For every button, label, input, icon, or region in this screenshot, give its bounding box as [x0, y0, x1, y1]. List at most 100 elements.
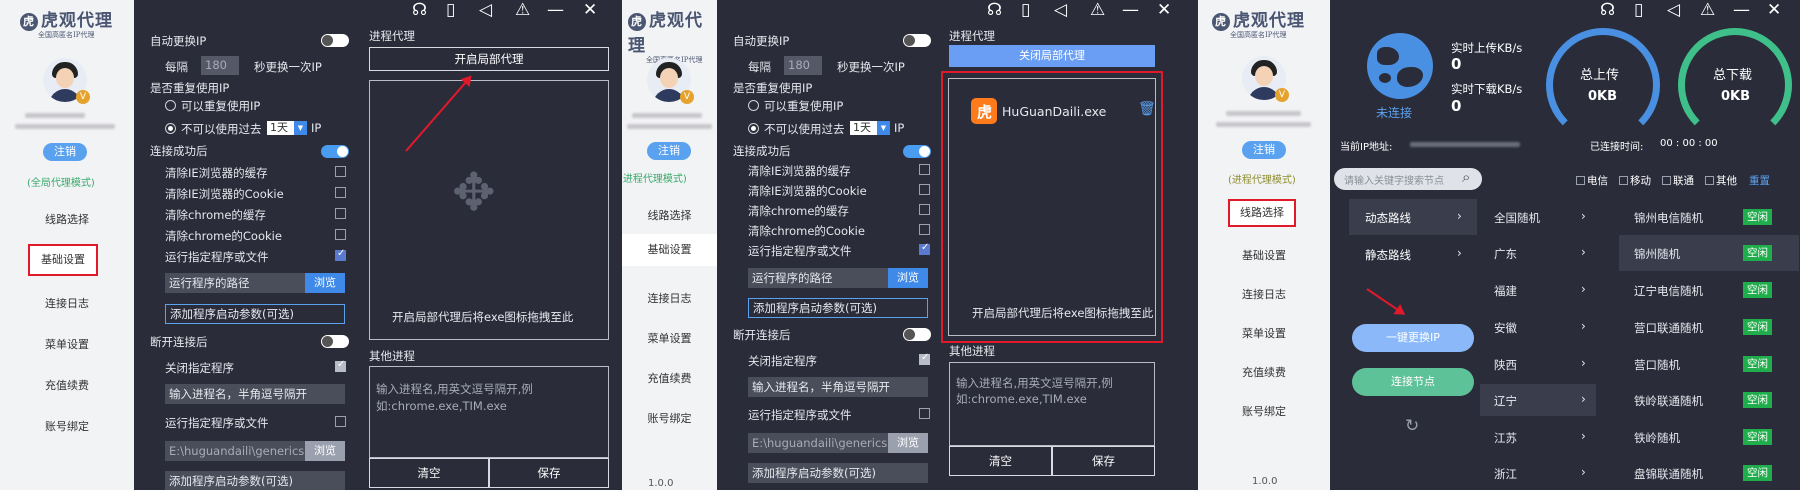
logout-button[interactable]: 注销 [43, 143, 87, 161]
sidebar-item-recharge-2[interactable]: 充值续费 [622, 370, 717, 386]
clear-chrome-cache-checkbox-2[interactable] [919, 204, 930, 215]
route-type-static[interactable]: 静态路线 › [1349, 236, 1477, 272]
province-item-selected[interactable]: 辽宁 [1494, 393, 1517, 409]
node-item[interactable]: 辽宁电信随机 [1634, 283, 1703, 299]
volume-icon[interactable]: ◁ [479, 0, 492, 20]
run-program-checkbox-2c[interactable] [919, 408, 930, 419]
program-path-input[interactable]: 运行程序的路径 [165, 273, 305, 293]
filter-other-checkbox[interactable] [1705, 176, 1714, 185]
province-item[interactable]: 浙江 [1494, 466, 1517, 482]
reuse-days-select[interactable]: 1天 ▼ [267, 121, 307, 135]
alert-icon[interactable]: ⚠ [515, 0, 530, 20]
auto-change-toggle[interactable] [321, 34, 349, 47]
clear-chrome-cache-checkbox[interactable] [335, 208, 346, 219]
sidebar-item-routes[interactable]: 线路选择 [0, 211, 134, 227]
on-disconnect-toggle[interactable] [321, 335, 349, 348]
clear-chrome-cookie-checkbox-2[interactable] [919, 224, 930, 235]
trash-icon[interactable]: 🗑 [1138, 101, 1156, 117]
volume-icon[interactable]: ◁ [1667, 0, 1680, 20]
exe-drop-zone-2[interactable]: 虎 HuGuanDaili.exe 🗑 开启局部代理后将exe图标拖拽至此 [948, 78, 1156, 336]
browse-button[interactable]: 浏览 [305, 273, 345, 293]
node-item[interactable]: 铁岭随机 [1634, 430, 1680, 446]
launch-params-input-2b[interactable]: 添加程序启动参数(可选) [748, 298, 928, 318]
on-connect-toggle-2[interactable] [903, 145, 931, 158]
sidebar-item-basic-settings-2[interactable]: 基础设置 [622, 234, 717, 266]
sidebar-item-basic-settings-3[interactable]: 基础设置 [1198, 247, 1330, 263]
clear-button-2[interactable]: 清空 [949, 446, 1052, 476]
volume-icon[interactable]: ◁ [1054, 0, 1067, 20]
search-icon[interactable]: ⌕ [1462, 168, 1470, 186]
logout-button-2[interactable]: 注销 [647, 142, 691, 160]
start-local-proxy-button[interactable]: 开启局部代理 [369, 47, 609, 71]
reset-filter-button[interactable]: 重置 [1749, 173, 1770, 188]
alert-icon[interactable]: ⚠ [1090, 0, 1105, 20]
program-path-input-2c[interactable]: E:\huguandaili\generics [748, 433, 888, 453]
reuse-yes-radio-2[interactable] [748, 100, 759, 111]
save-button[interactable]: 保存 [489, 458, 609, 488]
browse-button-2b[interactable]: 浏览 [888, 268, 928, 288]
node-item[interactable]: 盘锦联通随机 [1634, 466, 1703, 482]
clear-chrome-cookie-checkbox[interactable] [335, 229, 346, 240]
node-item[interactable]: 铁岭联通随机 [1634, 393, 1703, 409]
close-program-checkbox-2[interactable] [919, 352, 930, 365]
launch-params-input-2c[interactable]: 添加程序启动参数(可选) [748, 463, 928, 483]
minimize-icon[interactable]: — [1733, 0, 1750, 20]
sidebar-item-routes-3[interactable]: 线路选择 [1228, 199, 1296, 227]
province-item[interactable]: 安徽 [1494, 320, 1517, 336]
on-disconnect-toggle-2[interactable] [903, 328, 931, 341]
province-item[interactable]: 广东 [1494, 246, 1517, 262]
sidebar-item-log[interactable]: 连接日志 [0, 295, 134, 311]
reuse-no-radio-2[interactable] [748, 123, 759, 134]
headset-icon[interactable]: ☊ [412, 0, 427, 20]
node-item[interactable]: 锦州电信随机 [1634, 210, 1703, 226]
clear-button[interactable]: 清空 [369, 458, 489, 488]
connect-node-button[interactable]: 连接节点 [1352, 368, 1474, 396]
sidebar-item-account-3[interactable]: 账号绑定 [1198, 403, 1330, 419]
reuse-yes-label-2[interactable]: 可以重复使用IP [764, 98, 843, 114]
launch-params-input-2[interactable]: 添加程序启动参数(可选) [165, 471, 345, 490]
minimize-icon[interactable]: — [547, 0, 564, 20]
province-item[interactable]: 福建 [1494, 283, 1517, 299]
browse-button-2[interactable]: 浏览 [305, 441, 345, 461]
other-process-textarea-2[interactable]: 输入进程名,用英文逗号隔开,例 如:chrome.exe,TIM.exe [949, 362, 1155, 446]
process-names-input[interactable]: 输入进程名，半角逗号隔开 [165, 384, 345, 404]
launch-params-input[interactable]: 添加程序启动参数(可选) [165, 304, 345, 324]
province-item[interactable]: 江苏 [1494, 430, 1517, 446]
interval-input[interactable]: 180 [201, 56, 239, 75]
minimize-icon[interactable]: — [1122, 0, 1139, 20]
sidebar-item-recharge-3[interactable]: 充值续费 [1198, 364, 1330, 380]
stop-local-proxy-button[interactable]: 关闭局部代理 [949, 45, 1155, 67]
sidebar-item-log-3[interactable]: 连接日志 [1198, 286, 1330, 302]
on-connect-toggle[interactable] [321, 145, 349, 158]
process-names-input-2[interactable]: 输入进程名，半角逗号隔开 [748, 377, 928, 397]
reuse-no-label[interactable]: 不可以使用过去 [181, 121, 262, 137]
auto-change-toggle-2[interactable] [903, 34, 931, 47]
search-input[interactable]: 请输入关键字搜索节点 ⌕ [1334, 168, 1482, 190]
clear-ie-cache-checkbox[interactable] [335, 166, 346, 177]
other-process-textarea[interactable]: 输入进程名,用英文逗号隔开,例 如:chrome.exe,TIM.exe [369, 366, 609, 458]
node-item[interactable]: 营口随机 [1634, 357, 1680, 373]
run-program-checkbox-2[interactable] [335, 416, 346, 427]
run-program-checkbox[interactable] [335, 248, 346, 261]
sidebar-item-recharge[interactable]: 充值续费 [0, 377, 134, 393]
browse-button-2c[interactable]: 浏览 [888, 433, 928, 453]
close-icon[interactable]: ✕ [1767, 0, 1781, 20]
filter-telecom-checkbox[interactable] [1576, 176, 1585, 185]
reuse-days-select-2[interactable]: 1天 ▼ [850, 121, 890, 135]
sidebar-item-basic-settings[interactable]: 基础设置 [28, 244, 98, 276]
province-item[interactable]: 全国随机 [1494, 210, 1540, 226]
close-icon[interactable]: ✕ [583, 0, 597, 20]
phone-icon[interactable]: ▯ [446, 0, 455, 20]
node-item-selected[interactable]: 锦州随机 [1634, 246, 1680, 262]
close-program-checkbox[interactable] [335, 359, 346, 372]
reuse-yes-label[interactable]: 可以重复使用IP [181, 98, 260, 114]
sidebar-item-routes-2[interactable]: 线路选择 [622, 207, 717, 223]
interval-input-2[interactable]: 180 [784, 56, 822, 75]
clear-ie-cookie-checkbox[interactable] [335, 187, 346, 198]
clear-ie-cookie-checkbox-2[interactable] [919, 184, 930, 195]
phone-icon[interactable]: ▯ [1021, 0, 1030, 20]
sidebar-item-menu[interactable]: 菜单设置 [0, 336, 134, 352]
headset-icon[interactable]: ☊ [1600, 0, 1615, 20]
program-path-input-2b[interactable]: 运行程序的路径 [748, 268, 888, 288]
sidebar-item-account[interactable]: 账号绑定 [0, 418, 134, 434]
